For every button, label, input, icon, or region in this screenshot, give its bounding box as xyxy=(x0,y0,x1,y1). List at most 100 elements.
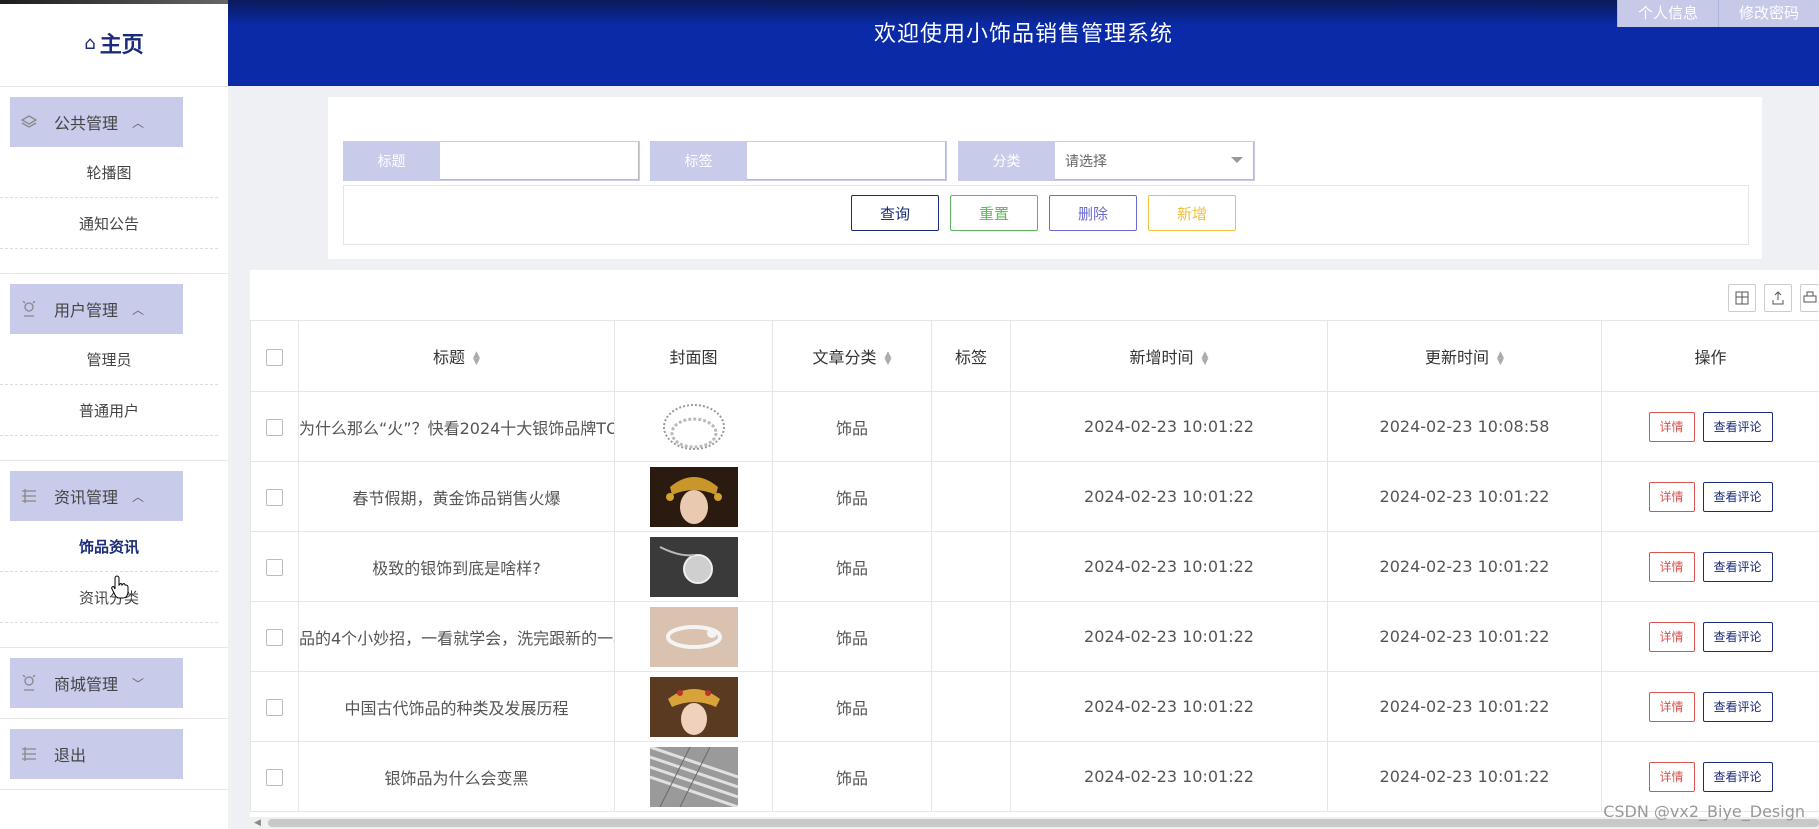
category-field: 分类 请选择 xyxy=(958,141,1255,181)
scrollbar-thumb[interactable] xyxy=(268,819,1819,827)
row-checkbox[interactable] xyxy=(266,489,283,506)
row-title: 极致的银饰到底是啥样? xyxy=(298,531,615,602)
col-category[interactable]: 文章分类 ▲ ▼ xyxy=(772,320,932,392)
table-row: 极致的银饰到底是啥样? 饰品 2024-02-23 10:01:22 2024-… xyxy=(250,531,1819,602)
query-button[interactable]: 查询 xyxy=(851,195,939,231)
columns-icon[interactable] xyxy=(1728,284,1756,312)
row-checkbox[interactable] xyxy=(266,769,283,786)
table-header-row: 标题 ▲ ▼ 封面图 文章分类 ▲ ▼ 标签 新增时间 ▲ ▼ 更新时间 ▲ ▼ 操作 xyxy=(250,320,1819,392)
table-row: 中国古代饰品的种类及发展历程 饰品 2024-02-23 10:01:22 20… xyxy=(250,671,1819,742)
view-comments-button[interactable]: 查看评论 xyxy=(1702,411,1773,442)
menu-head-public[interactable]: 公共管理 ︿ xyxy=(10,97,183,147)
sidebar-item-news-category[interactable]: 资讯分类 xyxy=(0,572,218,623)
row-updated: 2024-02-23 10:01:22 xyxy=(1327,531,1602,602)
category-select[interactable]: 请选择 xyxy=(1054,142,1254,180)
table-row: 春节假期，黄金饰品销售火爆 饰品 2024-02-23 10:01:22 202… xyxy=(250,461,1819,532)
list-icon xyxy=(20,488,38,504)
view-comments-button[interactable]: 查看评论 xyxy=(1702,761,1773,792)
profile-button[interactable]: 个人信息 xyxy=(1616,0,1718,27)
detail-button[interactable]: 详情 xyxy=(1648,411,1695,442)
row-title: 品的4个小妙招，一看就学会，洗完跟新的一样 xyxy=(298,601,615,672)
sidebar-item-carousel[interactable]: 轮播图 xyxy=(0,147,218,198)
row-actions: 详情 查看评论 xyxy=(1601,461,1819,532)
sort-icon[interactable]: ▲ ▼ xyxy=(473,350,480,366)
view-comments-button[interactable]: 查看评论 xyxy=(1702,551,1773,582)
row-title: 春节假期，黄金饰品销售火爆 xyxy=(298,461,615,532)
row-checkbox[interactable] xyxy=(266,629,283,646)
category-label: 分类 xyxy=(959,142,1054,180)
sort-icon[interactable]: ▲ ▼ xyxy=(1497,350,1504,366)
reset-button[interactable]: 重置 xyxy=(950,195,1038,231)
export-icon[interactable] xyxy=(1764,284,1792,312)
view-comments-button[interactable]: 查看评论 xyxy=(1702,621,1773,652)
row-category: 饰品 xyxy=(772,741,932,812)
menu-head-label: 商城管理 xyxy=(54,675,119,694)
row-checkbox[interactable] xyxy=(266,699,283,716)
menu-head-users[interactable]: 用户管理 ︿ xyxy=(10,284,183,334)
menu-group-users: 用户管理 ︿ 管理员 普通用户 xyxy=(0,274,228,461)
exit-icon xyxy=(20,746,38,762)
chevron-down-icon: ﹀ xyxy=(132,676,145,691)
menu-head-mall[interactable]: 商城管理 ﹀ xyxy=(10,658,183,708)
tag-input[interactable] xyxy=(746,142,946,180)
cover-image-silver-bracelet xyxy=(649,606,738,667)
sort-icon[interactable]: ▲ ▼ xyxy=(1202,350,1209,366)
col-created-label: 新增时间 xyxy=(1129,348,1194,367)
row-checkbox[interactable] xyxy=(266,559,283,576)
table-tools xyxy=(1728,284,1819,312)
row-actions: 详情 查看评论 xyxy=(1601,531,1819,602)
title-input[interactable] xyxy=(439,142,639,180)
row-tag xyxy=(931,601,1011,672)
add-button[interactable]: 新增 xyxy=(1148,195,1236,231)
sort-icon[interactable]: ▲ ▼ xyxy=(885,350,892,366)
menu-head-news[interactable]: 资讯管理 ︿ xyxy=(10,471,183,521)
sidebar-item-notice[interactable]: 通知公告 xyxy=(0,198,218,249)
row-actions: 详情 查看评论 xyxy=(1601,671,1819,742)
row-updated: 2024-02-23 10:01:22 xyxy=(1327,601,1602,672)
cover-image-headdress xyxy=(649,466,738,527)
scroll-left-icon[interactable]: ◀ xyxy=(254,818,261,828)
change-password-button[interactable]: 修改密码 xyxy=(1717,0,1819,27)
cover-image-necklace xyxy=(649,396,738,457)
detail-button[interactable]: 详情 xyxy=(1648,761,1695,792)
print-icon[interactable] xyxy=(1800,284,1819,312)
detail-button[interactable]: 详情 xyxy=(1648,621,1695,652)
row-category: 饰品 xyxy=(772,461,932,532)
search-panel: 标题 标签 分类 请选择 查询 重置 删除 新增 xyxy=(328,97,1762,259)
row-actions: 详情 查看评论 xyxy=(1601,391,1819,462)
sidebar-item-admin[interactable]: 管理员 xyxy=(0,334,218,385)
select-all-cell[interactable] xyxy=(250,320,299,392)
delete-button[interactable]: 删除 xyxy=(1049,195,1137,231)
col-created[interactable]: 新增时间 ▲ ▼ xyxy=(1010,320,1328,392)
chevron-up-icon: ︿ xyxy=(132,115,145,130)
menu-head-label: 退出 xyxy=(54,746,87,765)
detail-button[interactable]: 详情 xyxy=(1648,551,1695,582)
col-title[interactable]: 标题 ▲ ▼ xyxy=(298,320,615,392)
row-created: 2024-02-23 10:01:22 xyxy=(1010,461,1328,532)
row-title: 中国古代饰品的种类及发展历程 xyxy=(298,671,615,742)
view-comments-button[interactable]: 查看评论 xyxy=(1702,691,1773,722)
menu-group-news: 资讯管理 ︿ 饰品资讯 资讯分类 xyxy=(0,461,228,648)
sidebar-item-normal-user[interactable]: 普通用户 xyxy=(0,385,218,436)
row-created: 2024-02-23 10:01:22 xyxy=(1010,391,1328,462)
menu-head-label: 资讯管理 xyxy=(54,488,119,507)
select-all-checkbox[interactable] xyxy=(266,348,283,366)
table-row: 品的4个小妙招，一看就学会，洗完跟新的一样 饰品 2024-02-23 10:0… xyxy=(250,601,1819,672)
sidebar-item-accessory-news[interactable]: 饰品资讯 xyxy=(0,521,218,572)
logout-button[interactable]: 退出 xyxy=(10,729,183,779)
cover-image-ancient-headdress xyxy=(649,676,738,737)
view-comments-button[interactable]: 查看评论 xyxy=(1702,481,1773,512)
detail-button[interactable]: 详情 xyxy=(1648,691,1695,722)
menu-group-exit: 退出 xyxy=(0,719,228,790)
home-link[interactable]: ⌂ 主页 xyxy=(0,0,228,87)
top-header: 欢迎使用小饰品销售管理系统 个人信息 修改密码 xyxy=(228,0,1819,86)
col-updated[interactable]: 更新时间 ▲ ▼ xyxy=(1327,320,1602,392)
detail-button[interactable]: 详情 xyxy=(1648,481,1695,512)
data-table-panel: 标题 ▲ ▼ 封面图 文章分类 ▲ ▼ 标签 新增时间 ▲ ▼ 更新时间 ▲ ▼ 操作 为什么那… xyxy=(250,270,1819,829)
col-updated-label: 更新时间 xyxy=(1425,348,1490,367)
title-field: 标题 xyxy=(343,141,640,181)
title-label: 标题 xyxy=(344,142,439,180)
horizontal-scrollbar[interactable]: ◀ xyxy=(250,817,1819,829)
row-updated: 2024-02-23 10:01:22 xyxy=(1327,671,1602,742)
row-checkbox[interactable] xyxy=(266,419,283,436)
